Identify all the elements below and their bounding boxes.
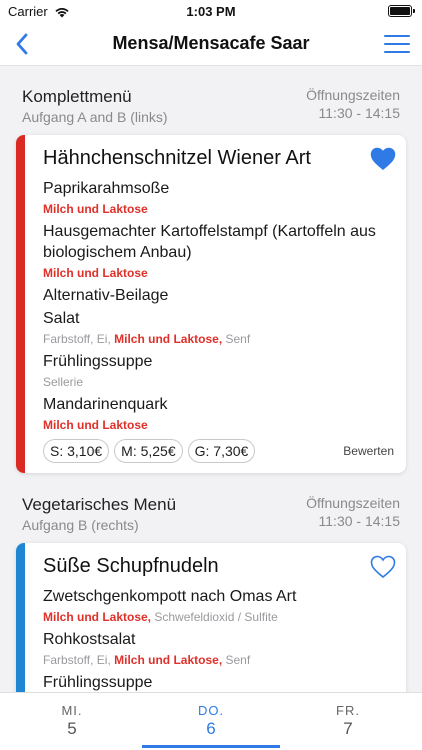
dish-name: Zwetschgenkompott nach Omas Art: [43, 588, 297, 605]
status-time: 1:03 PM: [186, 4, 236, 19]
tab-thursday[interactable]: DO. 6: [161, 703, 261, 739]
meal-title: Süße Schupfnudeln: [43, 555, 219, 577]
allergen-info: Milch und Laktose: [43, 263, 394, 283]
heart-outline-icon[interactable]: [370, 555, 396, 579]
navigation-bar: Mensa/Mensacafe Saar: [0, 22, 422, 66]
opening-hours: Öffnungszeiten 11:30 - 14:15: [306, 87, 400, 125]
section-info: Komplettmenü Aufgang A and B (links): [22, 87, 168, 125]
day-tab-bar: MI. 5 DO. 6 FR. 7: [0, 692, 422, 750]
opening-hours-time: 11:30 - 14:15: [318, 513, 400, 529]
tab-day-number: 5: [67, 719, 77, 738]
active-tab-indicator: [142, 745, 280, 748]
menu-button[interactable]: [384, 32, 410, 56]
allergen-info: Milch und Laktose: [43, 199, 394, 219]
heart-filled-icon[interactable]: [370, 147, 396, 171]
tab-day-number: 6: [206, 719, 216, 738]
price-row: S: 3,10€ M: 5,25€ G: 7,30€ Bewerten: [43, 439, 394, 463]
allergen-plain: Senf: [222, 653, 251, 667]
tab-day-label: MI.: [61, 703, 83, 718]
status-bar: Carrier 1:03 PM: [0, 0, 422, 22]
chevron-left-icon: [16, 33, 28, 55]
allergen-plain: Farbstoff, Ei,: [43, 653, 115, 667]
section-info: Vegetarisches Menü Aufgang B (rechts): [22, 495, 176, 533]
opening-hours-label: Öffnungszeiten: [306, 87, 400, 103]
menu-section: Vegetarisches Menü Aufgang B (rechts) Öf…: [0, 473, 422, 533]
menu-list[interactable]: Komplettmenü Aufgang A and B (links) Öff…: [0, 67, 422, 692]
price-student: S: 3,10€: [43, 439, 110, 463]
meal-title: Hähnchenschnitzel Wiener Art: [43, 147, 311, 169]
allergen-plain: Schwefeldioxid / Sulfite: [151, 610, 278, 624]
allergen-info: Milch und Laktose, Schwefeldioxid / Sulf…: [43, 607, 394, 627]
back-button[interactable]: [8, 30, 36, 58]
tab-day-number: 7: [343, 719, 353, 738]
page-title: Mensa/Mensacafe Saar: [112, 33, 310, 53]
section-location: Aufgang A and B (links): [22, 109, 168, 125]
hamburger-line: [384, 43, 410, 45]
allergen-info: Sellerie: [43, 372, 394, 392]
allergen-highlight: Milch und Laktose: [43, 202, 148, 216]
dish-name: Alternativ-Beilage: [43, 287, 169, 304]
meal-card[interactable]: Hähnchenschnitzel Wiener Art Paprikarahm…: [16, 135, 406, 473]
allergen-info: Farbstoff, Ei, Milch und Laktose, Senf: [43, 329, 394, 349]
price-employee: M: 5,25€: [114, 439, 183, 463]
opening-hours: Öffnungszeiten 11:30 - 14:15: [306, 495, 400, 533]
dish-name: Frühlingssuppe: [43, 353, 153, 370]
rate-button[interactable]: Bewerten: [343, 444, 394, 458]
allergen-highlight: Milch und Laktose,: [114, 332, 223, 346]
dish-name: Rohkostsalat: [43, 631, 136, 648]
price-guest: G: 7,30€: [187, 439, 256, 463]
allergen-plain: Senf: [222, 332, 251, 346]
hamburger-icon: [384, 35, 410, 37]
allergen-highlight: Milch und Laktose,: [43, 610, 152, 624]
meal-card[interactable]: Süße Schupfnudeln Zwetschgenkompott nach…: [16, 543, 406, 692]
tab-day-label: FR.: [336, 703, 360, 718]
opening-hours-time: 11:30 - 14:15: [318, 105, 400, 121]
category-stripe: [16, 543, 25, 692]
dish-name: Paprikarahmsoße: [43, 180, 170, 197]
tab-wednesday[interactable]: MI. 5: [22, 703, 122, 739]
dish-name: Mandarinenquark: [43, 396, 168, 413]
opening-hours-label: Öffnungszeiten: [306, 495, 400, 511]
allergen-plain: Sellerie: [43, 375, 84, 389]
screen: Carrier 1:03 PM Mensa/Mensacafe Saar Kom…: [0, 0, 422, 750]
dish-name: Frühlingssuppe: [43, 674, 153, 691]
allergen-info: Farbstoff, Ei, Milch und Laktose, Senf: [43, 650, 394, 670]
allergen-plain: Farbstoff, Ei,: [43, 332, 115, 346]
allergen-highlight: Milch und Laktose: [43, 266, 148, 280]
tab-friday[interactable]: FR. 7: [298, 703, 398, 739]
hamburger-line: [384, 51, 410, 53]
section-location: Aufgang B (rechts): [22, 517, 139, 533]
section-header: Vegetarisches Menü Aufgang B (rechts) Öf…: [22, 495, 400, 533]
dish-name: Salat: [43, 310, 80, 327]
allergen-info: Milch und Laktose: [43, 415, 394, 435]
tab-day-label: DO.: [197, 703, 225, 718]
section-title: Komplettmenü: [22, 87, 132, 106]
section-title: Vegetarisches Menü: [22, 495, 177, 514]
menu-section: Komplettmenü Aufgang A and B (links) Öff…: [0, 67, 422, 125]
allergen-highlight: Milch und Laktose,: [114, 653, 223, 667]
category-stripe: [16, 135, 25, 473]
dish-name: Hausgemachter Kartoffelstampf (Kartoffel…: [43, 223, 376, 261]
allergen-highlight: Milch und Laktose: [43, 418, 148, 432]
section-header: Komplettmenü Aufgang A and B (links) Öff…: [22, 87, 400, 125]
battery-icon: [388, 5, 415, 17]
